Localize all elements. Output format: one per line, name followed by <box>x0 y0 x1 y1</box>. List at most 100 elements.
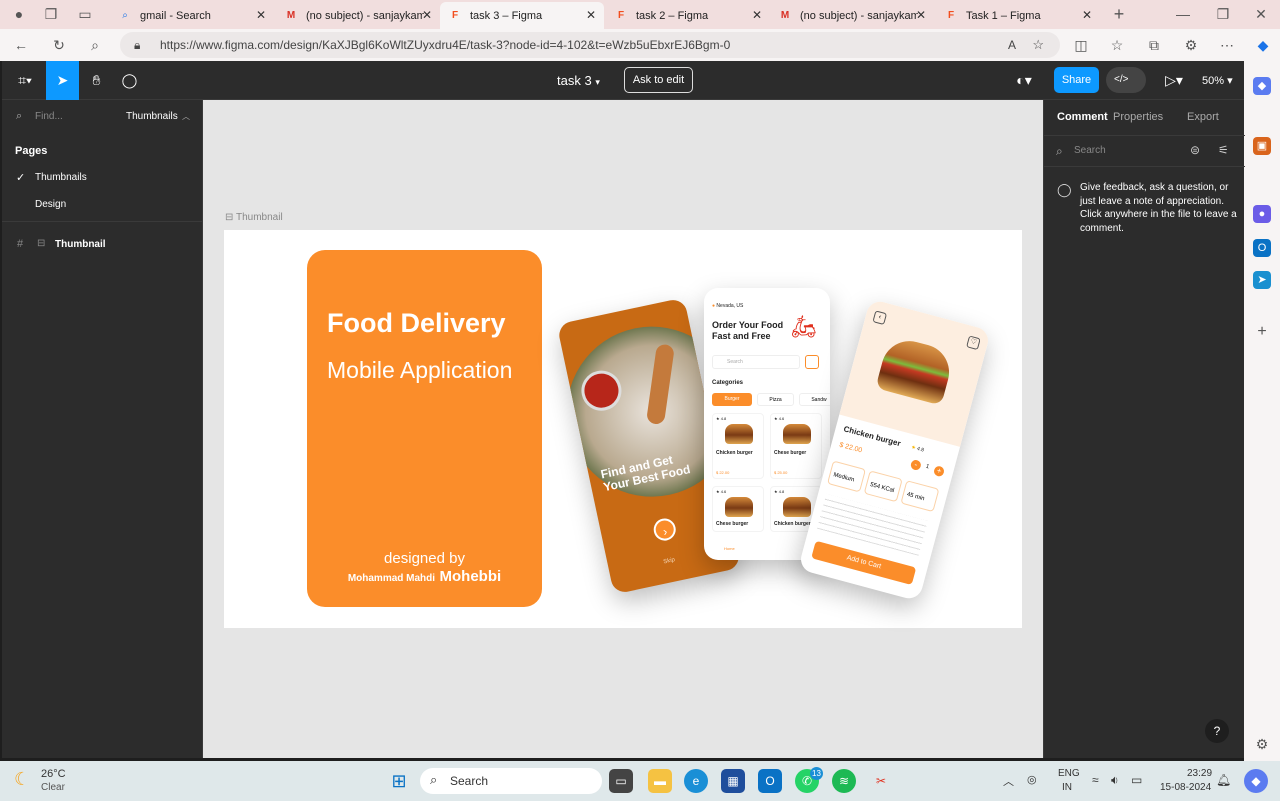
maximize-icon[interactable]: ❐ <box>1212 3 1234 25</box>
close-icon[interactable]: ✕ <box>1082 8 1092 22</box>
new-tab-button[interactable]: + <box>1108 3 1130 25</box>
url-field[interactable]: 🔒︎ https://www.figma.com/design/KaXJBgl6… <box>120 32 1060 58</box>
chevron-up-icon[interactable]: ︿ <box>1003 773 1014 789</box>
taskbar-search[interactable]: ⌕ Search <box>420 768 602 794</box>
tools-icon[interactable]: ▣ <box>1253 137 1271 155</box>
favorites-icon[interactable]: ☆ <box>1106 34 1128 56</box>
extensions-icon[interactable]: ⚙ <box>1180 34 1202 56</box>
send-icon[interactable]: ➤ <box>1253 271 1271 289</box>
split-screen-icon[interactable]: ◫ <box>1070 34 1092 56</box>
search-icon[interactable]: ⌕ <box>84 34 106 56</box>
settings-sliders-icon[interactable]: ⚟ <box>1218 143 1229 157</box>
tab-actions-icon[interactable]: ▭ <box>74 3 96 25</box>
tab-task1-figma[interactable]: F Task 1 – Figma ✕ <box>936 2 1100 29</box>
close-icon[interactable]: ✕ <box>422 8 432 22</box>
tab-title: (no subject) - sanjaykama <box>306 9 424 22</box>
settings-icon[interactable]: ⚙ <box>1253 735 1271 753</box>
comment-tool-icon[interactable]: ◯ <box>113 61 146 100</box>
tab-export[interactable]: Export <box>1187 111 1219 123</box>
close-icon[interactable]: ✕ <box>752 8 762 22</box>
tab-comment[interactable]: Comment <box>1057 111 1108 123</box>
category-pizza: Pizza <box>757 393 794 406</box>
snipping-tool-icon[interactable]: ✂ <box>869 769 893 793</box>
outlook-icon[interactable]: O <box>758 769 782 793</box>
figma-icon: F <box>617 10 625 21</box>
shopping-icon[interactable]: ◆ <box>1253 77 1271 95</box>
store-icon[interactable]: ▦ <box>721 769 745 793</box>
figma-menu-icon[interactable]: ⌗▾ <box>8 61 42 100</box>
copilot-icon[interactable]: ◆ <box>1244 769 1268 793</box>
zoom-level[interactable]: 50% ▾ <box>1202 74 1233 87</box>
rating-value: 4.8 <box>720 416 727 421</box>
tab-title: task 3 – Figma <box>470 9 543 22</box>
file-explorer-icon[interactable]: ▬ <box>648 769 672 793</box>
add-icon[interactable]: + <box>1253 323 1271 341</box>
notifications-icon[interactable]: 🔔︎ <box>1216 773 1231 787</box>
language-top[interactable]: ENG <box>1058 768 1080 779</box>
close-icon[interactable]: ✕ <box>256 8 266 22</box>
comment-search-input[interactable]: Search <box>1074 145 1106 156</box>
favorite-icon[interactable]: ☆ <box>1032 32 1044 58</box>
file-title[interactable]: task 3 ▾ <box>557 73 600 88</box>
tab-gmail-search[interactable]: ⌕ gmail - Search ✕ <box>110 2 274 29</box>
category-burger: Burger <box>712 393 752 406</box>
figma-toolbar: ⌗▾ ➤ ✋︎ ◯ task 3 ▾ Ask to edit ◐▾ Share … <box>2 61 1244 100</box>
frame-label[interactable]: ⊟ Thumbnail <box>225 212 283 223</box>
page-item-design[interactable]: Design <box>35 199 66 210</box>
layer-thumbnail[interactable]: Thumbnail <box>55 239 106 250</box>
theme-toggle-icon[interactable]: ◐▾ <box>1004 61 1044 100</box>
ask-to-edit-button[interactable]: Ask to edit <box>624 67 693 93</box>
share-button[interactable]: Share <box>1054 67 1099 93</box>
dev-mode-toggle[interactable]: </> <box>1106 67 1146 93</box>
spotify-icon[interactable]: ≋ <box>832 769 856 793</box>
outlook-icon[interactable]: O <box>1253 239 1271 257</box>
page-item-thumbnails[interactable]: Thumbnails <box>35 172 87 183</box>
close-icon[interactable]: ✕ <box>586 8 596 22</box>
location-text: Nevada, US <box>716 303 744 309</box>
tab-gmail-1[interactable]: M (no subject) - sanjaykama ✕ <box>276 2 440 29</box>
tab-properties[interactable]: Properties <box>1113 111 1163 123</box>
wifi-icon[interactable]: ≈ <box>1092 773 1099 787</box>
frame-icon: # <box>17 238 24 250</box>
collections-icon[interactable]: ❐ <box>40 3 62 25</box>
help-button[interactable]: ? <box>1205 719 1229 743</box>
battery-icon[interactable]: ▭ <box>1131 773 1142 787</box>
search-icon: ⌕ <box>430 772 438 787</box>
filter-icon[interactable]: ⊜ <box>1190 143 1200 157</box>
close-icon[interactable]: ✕ <box>916 8 926 22</box>
move-tool-icon[interactable]: ➤ <box>46 61 79 100</box>
find-input[interactable]: Find... <box>35 111 63 122</box>
copilot-icon[interactable]: ◆ <box>1252 34 1274 56</box>
burger-image <box>725 497 753 517</box>
profile-icon[interactable]: ● <box>8 3 30 25</box>
read-aloud-icon[interactable]: A <box>1008 32 1016 58</box>
windows-taskbar: ☾ 26°C Clear ⊞ ⌕ Search ▭ ▬ e ▦ O ✆ 13 ≋… <box>0 761 1280 801</box>
refresh-icon[interactable]: ↻ <box>48 34 70 56</box>
language-bottom: IN <box>1062 782 1072 793</box>
present-icon[interactable]: ▷▾ <box>1160 61 1188 100</box>
clock-time[interactable]: 23:29 <box>1187 768 1212 779</box>
energy-chip: 554 KCal <box>863 470 903 503</box>
quantity: 1 <box>924 463 930 471</box>
page-dropdown[interactable]: Thumbnails <box>126 111 178 122</box>
window-close-icon[interactable]: ✕ <box>1250 3 1272 25</box>
tab-task3-figma[interactable]: F task 3 – Figma ✕ <box>440 2 604 29</box>
figma-canvas[interactable]: ⊟ Thumbnail Food Delivery Mobile Applica… <box>203 100 1043 758</box>
tab-task2-figma[interactable]: F task 2 – Figma ✕ <box>606 2 770 29</box>
hand-tool-icon[interactable]: ✋︎ <box>80 61 113 100</box>
minimize-icon[interactable]: — <box>1172 3 1194 25</box>
code-icon: </> <box>1114 74 1129 85</box>
weather-temp[interactable]: 26°C <box>41 768 66 780</box>
edge-icon[interactable]: e <box>684 769 708 793</box>
gmail-icon: M <box>286 10 296 21</box>
meet-icon[interactable]: ◎ <box>1027 773 1037 786</box>
thumbnail-frame[interactable]: Food Delivery Mobile Application designe… <box>224 230 1022 628</box>
tab-gmail-2[interactable]: M (no subject) - sanjaykama ✕ <box>770 2 934 29</box>
collections-icon[interactable]: ⧉ <box>1143 34 1165 56</box>
task-view-icon[interactable]: ▭ <box>609 769 633 793</box>
games-icon[interactable]: ● <box>1253 205 1271 223</box>
more-icon[interactable]: ⋯ <box>1216 34 1238 56</box>
windows-start-icon[interactable]: ⊞ <box>387 769 411 793</box>
back-icon[interactable]: ← <box>10 34 32 56</box>
volume-icon[interactable]: 🔉︎ <box>1111 773 1119 788</box>
